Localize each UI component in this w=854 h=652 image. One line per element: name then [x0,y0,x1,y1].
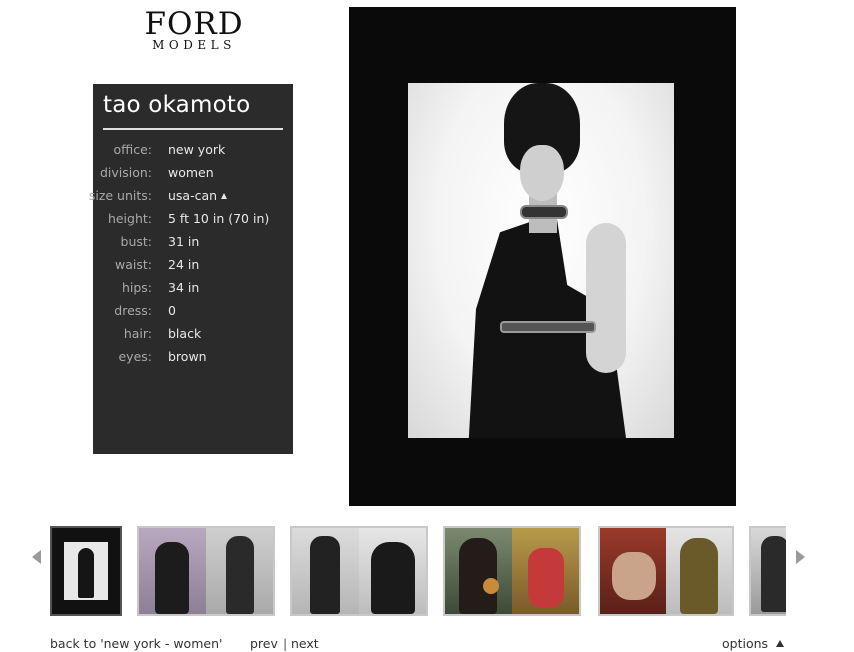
stat-value: 31 in [168,234,200,249]
thumbnail-1[interactable] [50,526,122,616]
photo-print [408,83,674,438]
stat-label: hair: [123,326,152,341]
stat-value: usa-can [168,188,218,203]
logo-wordmark: FORD [144,6,244,42]
thumb-figure [612,552,656,600]
logo-subtitle: MODELS [152,38,236,52]
model-name: tao okamoto [103,92,251,118]
thumb-page-right [359,528,426,614]
stat-value: new york [168,142,226,157]
thumb-figure [155,542,189,614]
stat-label: waist: [115,257,152,272]
thumb-page-right [512,528,579,614]
stat-value: 0 [168,303,176,318]
thumb-figure [459,538,497,614]
stat-label: dress: [114,303,152,318]
stat-label: office: [113,142,152,157]
thumb-figure [528,548,564,608]
thumbnail-4[interactable] [443,526,581,616]
thumbnail-3[interactable] [290,526,428,616]
model-info-panel: tao okamoto office: new york division: w… [89,84,293,454]
next-link[interactable]: next [291,636,319,651]
photo-figure-belt [500,321,596,333]
thumbnail-2[interactable] [137,526,275,616]
stat-label: division: [99,165,152,180]
triangle-up-icon[interactable] [776,640,784,647]
stat-label: bust: [120,234,152,249]
thumb-figure [78,548,94,598]
ford-models-logo[interactable]: FORD MODELS [138,8,250,52]
photo-figure-arm [586,223,626,373]
thumb-page-left [292,528,359,614]
stat-value: brown [168,349,207,364]
thumb-page-right [666,528,732,614]
stat-value: black [168,326,202,341]
photo-figure-collar [520,205,568,219]
thumb-figure [371,542,415,614]
thumbnail-strip [50,526,786,618]
thumb-page-right [206,528,273,614]
thumb-detail [483,578,499,594]
stat-value: women [168,165,214,180]
scroll-left-icon[interactable] [32,550,41,564]
stat-label: eyes: [118,349,152,364]
thumb-page-left [600,528,666,614]
thumb-figure [310,536,340,614]
thumb-page [751,528,786,614]
thumbnail-6[interactable] [749,526,786,616]
thumb-page-left [445,528,512,614]
stat-label: height: [107,211,152,226]
triangle-up-icon [221,193,228,199]
stat-label: hips: [121,280,152,295]
thumb-figure [761,536,786,612]
main-portfolio-photo[interactable] [349,7,736,506]
photo-figure-face [520,145,564,201]
thumb-page [52,528,120,614]
size-units-toggle[interactable]: usa-can [168,186,228,205]
options-link[interactable]: options [722,636,768,651]
name-divider [103,128,283,130]
thumb-page-left [139,528,206,614]
scroll-right-icon[interactable] [796,550,805,564]
thumb-figure [680,538,718,614]
pager-separator: | [283,636,288,651]
stat-value: 24 in [168,257,200,272]
thumb-print [64,542,108,600]
stat-label: size units: [88,188,152,203]
thumb-figure [226,536,254,614]
thumbnail-5[interactable] [598,526,734,616]
back-to-list-link[interactable]: back to 'new york - women' [50,636,222,651]
stat-value: 34 in [168,280,200,295]
prev-link[interactable]: prev [250,636,278,651]
stat-value: 5 ft 10 in (70 in) [168,211,270,226]
